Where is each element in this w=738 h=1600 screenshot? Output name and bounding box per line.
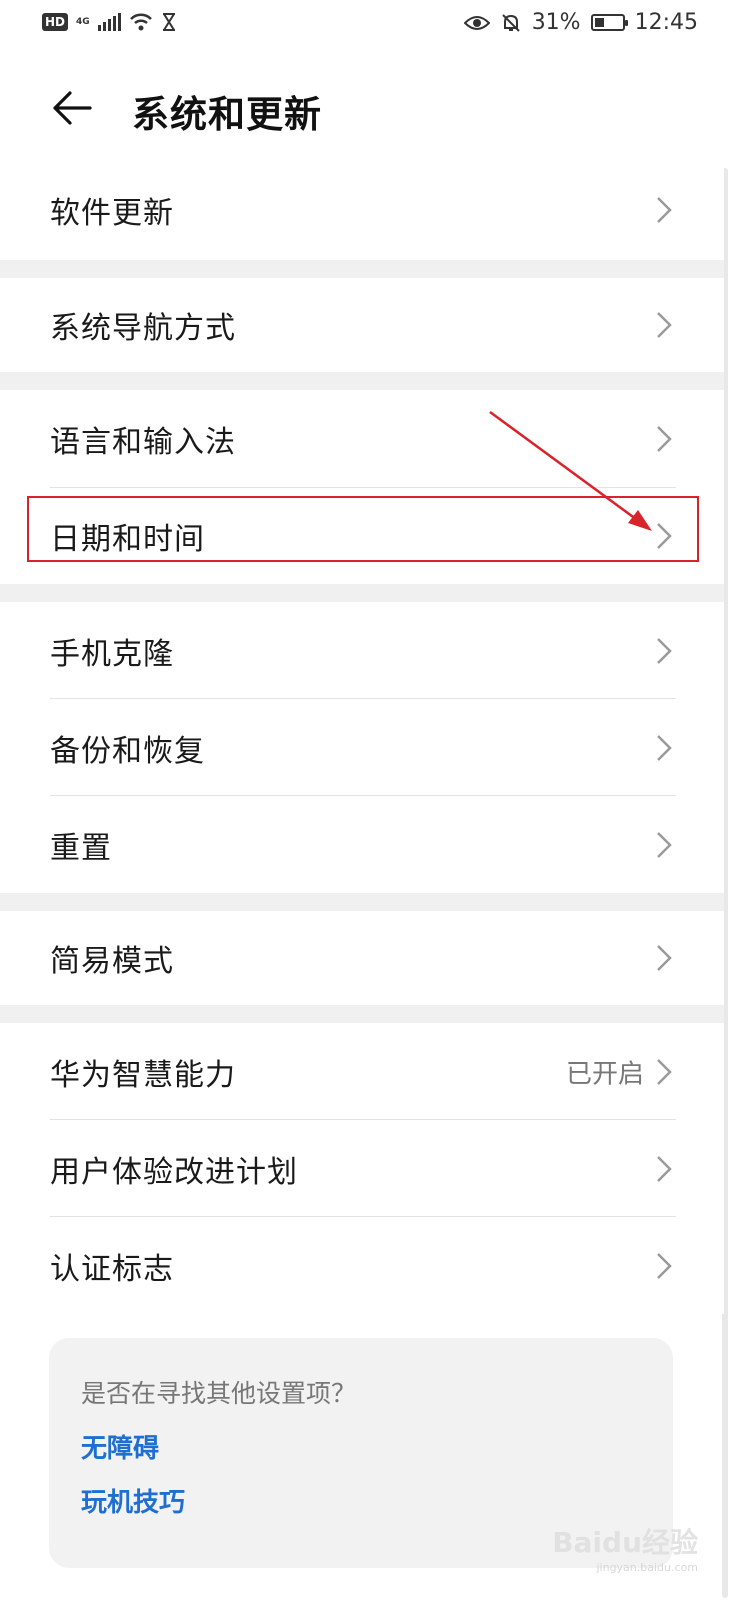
- list-item-certification[interactable]: 认证标志: [0, 1217, 724, 1314]
- hourglass-icon: [162, 13, 175, 31]
- chevron-right-icon: [657, 1058, 672, 1085]
- chevron-right-icon: [657, 831, 672, 858]
- list-item-label: 用户体验改进计划: [50, 1154, 298, 1190]
- list-item-simple-mode[interactable]: 简易模式: [0, 911, 724, 1005]
- battery-percent: 31%: [531, 10, 581, 35]
- section-divider: [0, 1005, 724, 1023]
- list-item-label: 备份和恢复: [50, 733, 205, 769]
- section-simple-mode: 简易模式: [0, 911, 724, 1005]
- settings-list: 软件更新 系统导航方式 语言和输入法 日期和时间 手机克隆 备份和恢复 重置 简…: [0, 160, 724, 1314]
- annotation-highlight-box: [27, 496, 699, 562]
- link-accessibility[interactable]: 无障碍: [81, 1428, 159, 1465]
- list-item-label: 简易模式: [50, 944, 174, 979]
- list-item-phone-clone[interactable]: 手机克隆: [0, 602, 724, 699]
- section-navigation: 系统导航方式: [0, 278, 724, 372]
- network-type-label: 4G: [76, 16, 90, 27]
- suggestion-question: 是否在寻找其他设置项？: [81, 1379, 357, 1408]
- hd-icon: HD: [42, 13, 69, 31]
- status-bar: HD 4G 31% 12:45: [0, 0, 738, 52]
- arrow-left-icon[interactable]: [50, 86, 94, 130]
- wifi-icon: [129, 13, 152, 31]
- section-software-update: 软件更新: [0, 160, 724, 260]
- page-title: 系统和更新: [132, 93, 322, 136]
- list-item-navigation[interactable]: 系统导航方式: [0, 278, 724, 372]
- link-tips[interactable]: 玩机技巧: [81, 1482, 185, 1519]
- list-item-label: 系统导航方式: [50, 311, 236, 346]
- list-item-backup-restore[interactable]: 备份和恢复: [0, 699, 724, 796]
- list-item-label: 软件更新: [50, 196, 174, 231]
- bell-off-icon: [501, 13, 520, 32]
- list-item-label: 手机克隆: [50, 636, 174, 672]
- list-item-huawei-ai[interactable]: 华为智慧能力 已开启: [0, 1023, 724, 1120]
- section-divider: [0, 584, 724, 602]
- section-divider: [0, 260, 724, 278]
- clock: 12:45: [634, 10, 698, 35]
- chevron-right-icon: [657, 197, 672, 223]
- chevron-right-icon: [657, 1252, 672, 1279]
- chevron-right-icon: [657, 426, 672, 452]
- chevron-right-icon: [657, 1155, 672, 1182]
- watermark-text: Baidu经验: [552, 1526, 698, 1559]
- list-item-reset[interactable]: 重置: [0, 796, 724, 893]
- baidu-watermark: Baidu经验 jingyan.baidu.com: [552, 1521, 698, 1574]
- section-divider: [0, 372, 724, 390]
- watermark-url: jingyan.baidu.com: [596, 1561, 698, 1574]
- app-header: 系统和更新: [0, 60, 738, 160]
- signal-icon: [97, 13, 121, 31]
- list-item-ux-plan[interactable]: 用户体验改进计划: [0, 1120, 724, 1217]
- list-item-label: 认证标志: [50, 1251, 174, 1287]
- list-item-label: 语言和输入法: [50, 425, 236, 460]
- section-divider: [0, 893, 724, 911]
- status-left: HD 4G: [42, 12, 177, 32]
- chevron-right-icon: [657, 734, 672, 761]
- status-value: 已开启: [565, 1059, 644, 1089]
- chevron-right-icon: [657, 637, 672, 664]
- chevron-right-icon: [657, 945, 672, 971]
- status-right: 31% 12:45: [463, 10, 698, 35]
- list-item-language-input[interactable]: 语言和输入法: [0, 390, 724, 488]
- list-item-label: 重置: [50, 830, 112, 866]
- chevron-right-icon: [657, 312, 672, 338]
- section-clone-backup-reset: 手机克隆 备份和恢复 重置: [0, 602, 724, 893]
- list-item-label: 华为智慧能力: [50, 1057, 236, 1093]
- list-item-software-update[interactable]: 软件更新: [0, 160, 724, 260]
- battery-icon: [590, 14, 628, 31]
- eye-icon: [463, 15, 490, 30]
- section-misc: 华为智慧能力 已开启 用户体验改进计划 认证标志: [0, 1023, 724, 1314]
